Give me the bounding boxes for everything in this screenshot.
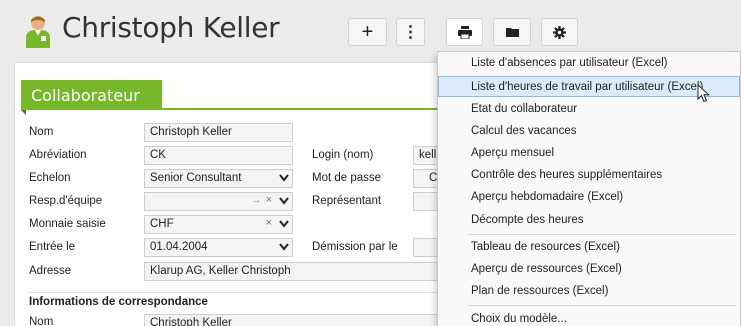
- plus-icon: +: [361, 20, 374, 43]
- gear-icon: [553, 25, 566, 39]
- menu-item-tableau-ressources-excel[interactable]: Tableau de resources (Excel): [439, 237, 739, 258]
- correspondance-nom-label: Nom: [29, 316, 54, 326]
- printer-icon: [457, 25, 472, 39]
- section-title: Collaborateur: [21, 80, 162, 115]
- resp-equipe-select[interactable]: → ×: [144, 192, 293, 211]
- correspondance-nom-field[interactable]: Christoph Keller: [144, 314, 444, 326]
- divider: [29, 292, 439, 293]
- folder-icon: [505, 27, 519, 37]
- chevron-down-icon[interactable]: [279, 243, 289, 251]
- menu-item-plan-ressources-excel[interactable]: Plan de ressources (Excel): [439, 281, 739, 302]
- menu-item-etat-collaborateur[interactable]: Etat du collaborateur: [439, 99, 739, 120]
- entree-date-field[interactable]: 01.04.2004: [144, 238, 293, 257]
- menu-item-apercu-hebdo-excel[interactable]: Aperçu hebdomadaire (Excel): [439, 187, 739, 208]
- menu-item-choix-modele[interactable]: Choix du modèle...: [439, 309, 739, 326]
- adresse-field[interactable]: Klarup AG, Keller Christoph: [144, 262, 444, 281]
- chevron-down-icon[interactable]: [279, 174, 289, 182]
- menu-item-heures-travail-excel[interactable]: Liste d'heures de travail par utilisateu…: [438, 76, 740, 97]
- menu-item-absences-excel[interactable]: Liste d'absences par utilisateur (Excel): [439, 53, 739, 74]
- chevron-down-icon[interactable]: [279, 220, 289, 228]
- resp-equipe-label: Resp.d'équipe: [29, 195, 103, 207]
- representant-label: Représentant: [312, 195, 382, 207]
- menu-item-controle-heures-supp[interactable]: Contrôle des heures supplémentaires: [439, 165, 739, 186]
- user-avatar-icon: [24, 14, 52, 48]
- arrow-right-icon[interactable]: →: [251, 194, 262, 206]
- abreviation-label: Abréviation: [29, 149, 87, 161]
- echelon-label: Echelon: [29, 172, 71, 184]
- menu-separator: [468, 234, 736, 235]
- adresse-label: Adresse: [29, 265, 72, 277]
- echelon-select[interactable]: Senior Consultant: [144, 169, 293, 188]
- print-menu: Liste d'absences par utilisateur (Excel)…: [437, 51, 741, 326]
- add-button[interactable]: +: [348, 18, 387, 46]
- echelon-value: Senior Consultant: [150, 172, 242, 184]
- settings-button[interactable]: [541, 18, 578, 46]
- abreviation-field[interactable]: CK: [144, 146, 293, 165]
- login-label: Login (nom): [312, 149, 374, 161]
- page-title: Christoph Keller: [62, 11, 280, 44]
- more-options-button[interactable]: ⋮: [396, 18, 425, 46]
- monnaie-select[interactable]: CHF ×: [144, 215, 293, 234]
- folder-button[interactable]: [493, 18, 531, 46]
- mouse-cursor-icon: [697, 83, 711, 106]
- chevron-down-icon[interactable]: [279, 197, 289, 205]
- monnaie-value: CHF: [150, 218, 174, 230]
- entree-value: 01.04.2004: [150, 241, 208, 253]
- vertical-ellipsis-icon: ⋮: [402, 24, 419, 41]
- nom-label: Nom: [29, 126, 54, 138]
- monnaie-label: Monnaie saisie: [29, 218, 106, 230]
- menu-item-apercu-ressources-excel[interactable]: Aperçu de ressources (Excel): [439, 259, 739, 280]
- menu-item-apercu-mensuel[interactable]: Aperçu mensuel: [439, 143, 739, 164]
- menu-item-calcul-vacances[interactable]: Calcul des vacances: [439, 121, 739, 142]
- nom-field[interactable]: Christoph Keller: [144, 123, 293, 142]
- clear-icon[interactable]: ×: [266, 194, 272, 206]
- demission-label: Démission par le: [312, 241, 398, 253]
- clear-icon[interactable]: ×: [266, 217, 272, 229]
- print-button[interactable]: [446, 18, 483, 46]
- entree-label: Entrée le: [29, 241, 76, 253]
- mot-de-passe-label: Mot de passe: [312, 172, 382, 184]
- correspondance-heading: Informations de correspondance: [29, 296, 208, 308]
- menu-separator: [468, 305, 736, 306]
- menu-item-decompte-heures[interactable]: Décompte des heures: [439, 210, 739, 231]
